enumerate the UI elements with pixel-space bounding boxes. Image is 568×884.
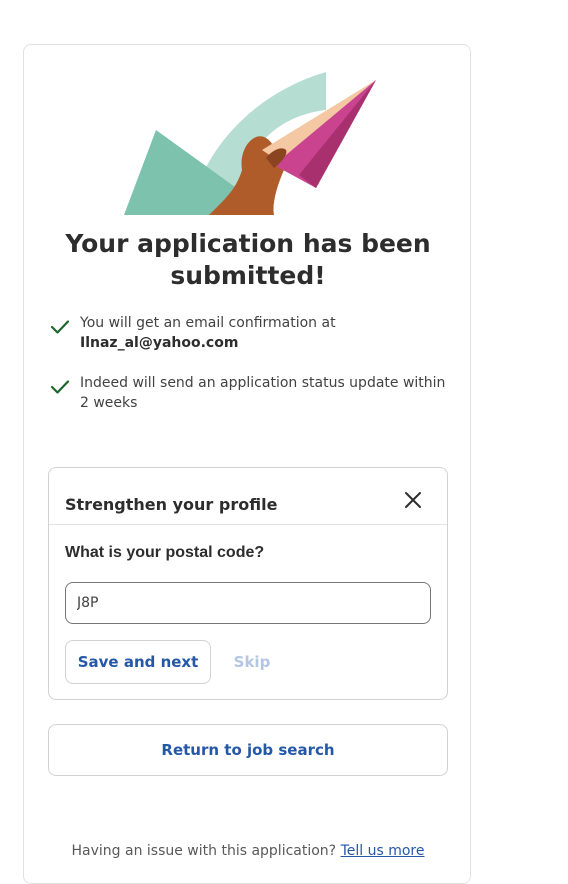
submitted-headline: Your application has been submitted! [65,229,431,290]
application-submitted-card: Your application has been submitted! You… [23,44,471,884]
email-confirmation-text: You will get an email confirmation at Il… [80,313,450,353]
checkmark-icon [50,320,70,334]
paper-plane-illustration [124,72,376,215]
return-to-job-search-button[interactable]: Return to job search [48,724,448,776]
tell-us-more-link[interactable]: Tell us more [341,843,425,859]
postal-code-input[interactable] [65,582,431,624]
email-confirmation-message: You will get an email confirmation at [80,315,336,331]
skip-button[interactable]: Skip [225,640,279,684]
confirmation-email: Ilnaz_al@yahoo.com [80,335,239,351]
strengthen-profile-panel: Strengthen your profile What is your pos… [48,467,448,700]
checkmark-icon [50,380,70,394]
postal-code-question: What is your postal code? [65,544,265,561]
close-icon[interactable] [399,486,427,514]
status-update-text: Indeed will send an application status u… [80,375,446,411]
profile-panel-title: Strengthen your profile [65,495,278,514]
save-and-next-button[interactable]: Save and next [65,640,211,684]
feedback-text: Having an issue with this application? [71,843,337,859]
panel-divider [49,524,447,525]
feedback-footer: Having an issue with this application? T… [24,843,472,859]
